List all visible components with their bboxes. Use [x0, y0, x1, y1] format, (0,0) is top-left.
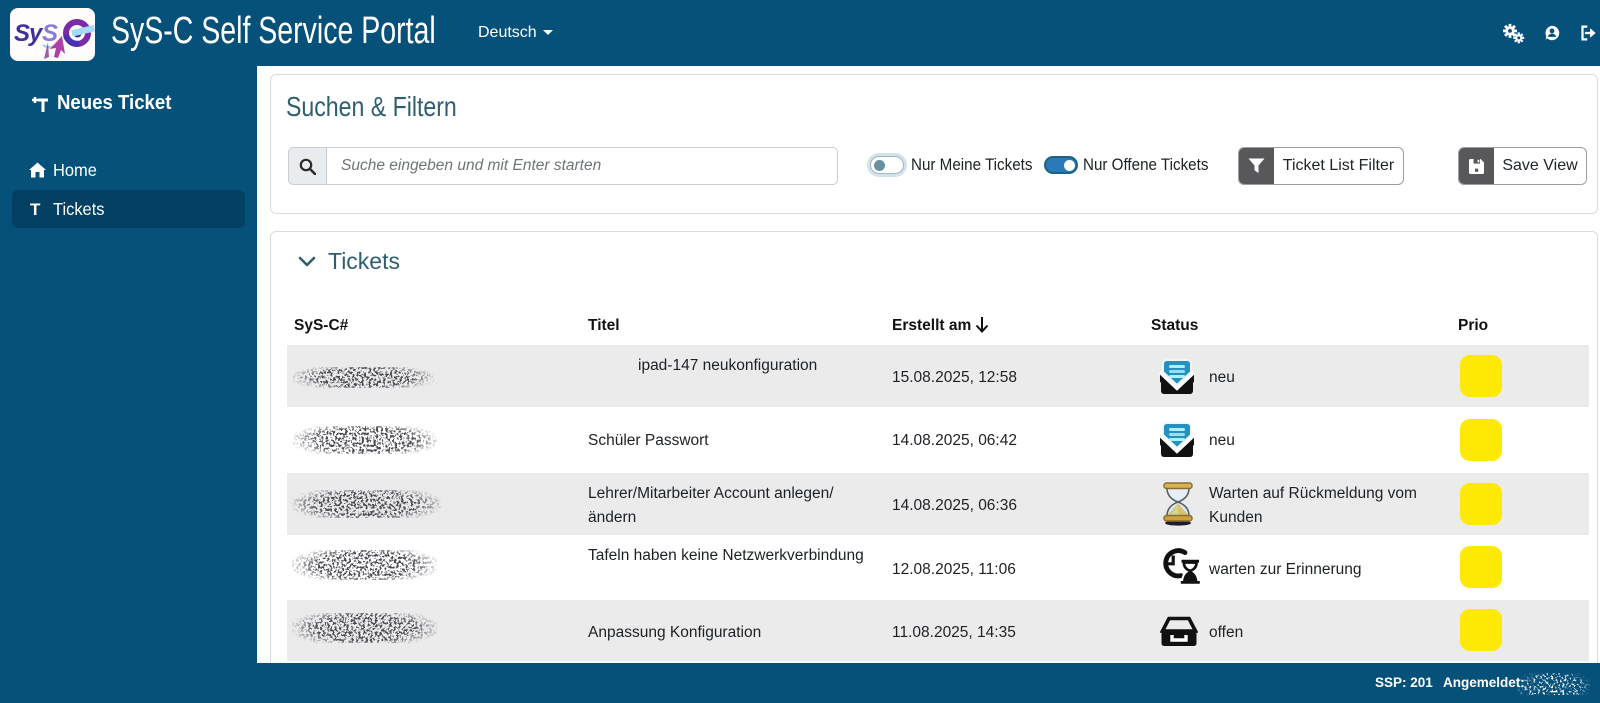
svg-text:Sy: Sy — [14, 20, 44, 47]
